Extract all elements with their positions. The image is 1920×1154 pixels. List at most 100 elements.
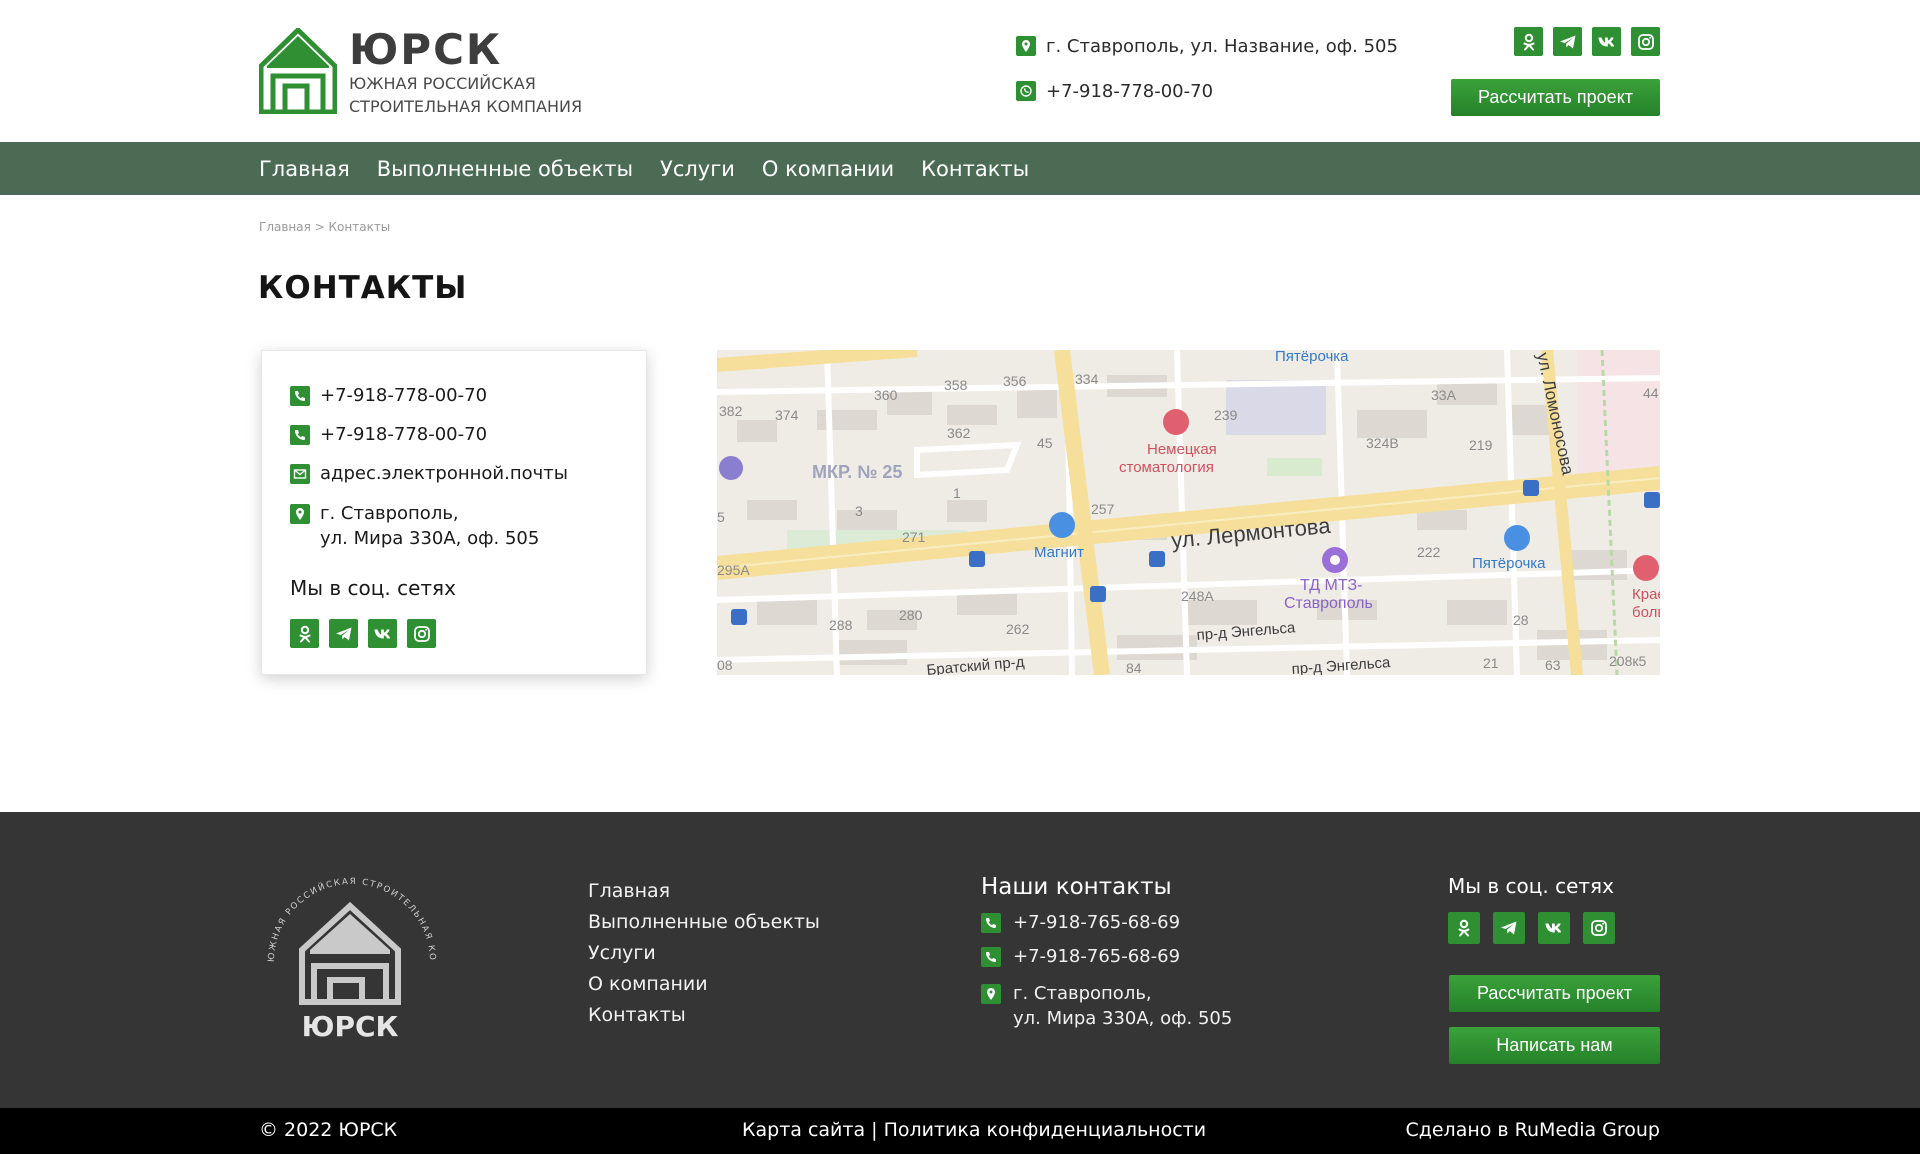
made-by-link[interactable]: Сделано в RuMedia Group — [1405, 1119, 1660, 1141]
footer-social: Мы в соц. сетях — [1448, 874, 1615, 944]
main-navigation: Главная Выполненные объекты Услуги О ком… — [0, 142, 1920, 195]
map-building-label: 219 — [1469, 437, 1493, 453]
card-phone-1-text[interactable]: +7-918-778-00-70 — [320, 383, 487, 408]
footer-phone-1-text[interactable]: +7-918-765-68-69 — [1013, 910, 1180, 935]
map-building-label: 334 — [1075, 371, 1099, 387]
map-poi-hospital[interactable]: Краев больн — [1632, 555, 1660, 621]
mail-icon — [290, 464, 310, 484]
footer-menu-projects[interactable]: Выполненные объекты — [588, 909, 820, 940]
vk-icon[interactable] — [368, 619, 397, 648]
map-building-label: 45 — [1037, 435, 1053, 451]
footer-contacts-title: Наши контакты — [981, 874, 1172, 900]
map-building-label: 358 — [944, 377, 968, 393]
nav-item-home[interactable]: Главная — [259, 157, 350, 181]
instagram-icon[interactable] — [1631, 27, 1660, 56]
map-building-label: 324В — [1366, 435, 1399, 451]
odnoklassniki-icon[interactable] — [1448, 912, 1480, 944]
map-building-label: 356 — [1003, 373, 1027, 389]
footer-phone-2-text[interactable]: +7-918-765-68-69 — [1013, 944, 1180, 969]
card-phone-1[interactable]: +7-918-778-00-70 — [290, 383, 487, 408]
footer-logo-name: ЮРСК — [302, 1010, 399, 1043]
header-social-links — [1514, 27, 1660, 56]
svg-text:Пятёрочка: Пятёрочка — [1275, 350, 1349, 365]
vk-icon[interactable] — [1538, 912, 1570, 944]
contact-card: +7-918-778-00-70 +7-918-778-00-70 адрес.… — [261, 350, 647, 675]
odnoklassniki-icon[interactable] — [1514, 27, 1543, 56]
svg-text:Пятёрочка: Пятёрочка — [1472, 555, 1546, 572]
telegram-icon[interactable] — [1553, 27, 1582, 56]
card-social-title: Мы в соц. сетях — [290, 576, 456, 600]
footer-social-title: Мы в соц. сетях — [1448, 874, 1614, 898]
map-building-label: 63 — [1545, 657, 1561, 673]
card-address: г. Ставрополь, ул. Мира 330А, оф. 505 — [290, 501, 539, 551]
map-building-label: 21 — [1483, 655, 1499, 671]
card-social-links — [290, 619, 436, 648]
instagram-icon[interactable] — [407, 619, 436, 648]
svg-text:Ставрополь: Ставрополь — [1284, 595, 1373, 612]
map-building-label: 28 — [1513, 612, 1529, 628]
map-building-label: 382 — [719, 403, 743, 419]
phone-icon — [290, 386, 310, 406]
footer-calculate-project-button[interactable]: Рассчитать проект — [1449, 975, 1660, 1012]
logo-name: ЮРСК — [349, 25, 503, 74]
header-phone-text[interactable]: +7-918-778-00-70 — [1046, 81, 1213, 102]
nav-item-contacts[interactable]: Контакты — [921, 157, 1029, 181]
footer-phone-1[interactable]: +7-918-765-68-69 — [981, 910, 1232, 935]
map-pin-icon — [1016, 36, 1036, 56]
map-pin-icon — [981, 984, 1001, 1004]
instagram-icon[interactable] — [1583, 912, 1615, 944]
telegram-icon[interactable] — [1493, 912, 1525, 944]
nav-item-about[interactable]: О компании — [762, 157, 894, 181]
map-building-label: 1 — [953, 485, 961, 501]
svg-text:Немецкая: Немецкая — [1147, 441, 1217, 458]
map-building-label: 222 — [1417, 544, 1441, 560]
svg-text:больн: больн — [1632, 604, 1660, 621]
map-building-label: 262 — [1006, 621, 1030, 637]
map-building-label: 288 — [829, 617, 853, 633]
site-logo[interactable]: ЮРСК ЮЖНАЯ РОССИЙСКАЯ СТРОИТЕЛЬНАЯ КОМПА… — [259, 28, 582, 118]
phone-icon — [981, 913, 1001, 933]
logo-subtitle-line-2: СТРОИТЕЛЬНАЯ КОМПАНИЯ — [349, 97, 583, 116]
phone-icon — [290, 425, 310, 445]
telegram-icon[interactable] — [329, 619, 358, 648]
map-building-label: 84 — [1126, 660, 1142, 675]
location-map[interactable]: 382 374 360 358 356 334 362 45 239 33А 4… — [717, 350, 1660, 675]
legal-links[interactable]: Карта сайта | Политика конфиденциальност… — [742, 1119, 1206, 1141]
footer-menu: Главная Выполненные объекты Услуги О ком… — [588, 878, 820, 1033]
nav-item-services[interactable]: Услуги — [660, 157, 735, 181]
footer-menu-services[interactable]: Услуги — [588, 940, 820, 971]
card-phone-2-text[interactable]: +7-918-778-00-70 — [320, 422, 487, 447]
map-building-label: 3 — [855, 503, 863, 519]
card-email[interactable]: адрес.электронной.почты — [290, 461, 568, 486]
map-poi-pyaterochka-top[interactable]: Пятёрочка — [1275, 350, 1349, 365]
header-contacts: г. Ставрополь, ул. Название, оф. 505 +7-… — [1016, 32, 1398, 122]
header-address: г. Ставрополь, ул. Название, оф. 505 — [1016, 32, 1398, 60]
footer-address-line-1: г. Ставрополь, — [1013, 983, 1152, 1004]
footer-menu-contacts[interactable]: Контакты — [588, 1002, 820, 1033]
vk-icon[interactable] — [1592, 27, 1621, 56]
footer-logo[interactable]: ЮЖНАЯ РОССИЙСКАЯ СТРОИТЕЛЬНАЯ КОМПАНИЯ Ю… — [262, 872, 442, 1052]
card-phone-2[interactable]: +7-918-778-00-70 — [290, 422, 487, 447]
whatsapp-icon — [1016, 81, 1036, 101]
footer-write-us-button[interactable]: Написать нам — [1449, 1027, 1660, 1064]
map-pin-icon — [290, 504, 310, 524]
svg-text:Магнит: Магнит — [1034, 544, 1084, 561]
nav-item-projects[interactable]: Выполненные объекты — [377, 157, 633, 181]
card-email-text[interactable]: адрес.электронной.почты — [320, 461, 568, 486]
footer-phone-2[interactable]: +7-918-765-68-69 — [981, 944, 1232, 969]
header-phone[interactable]: +7-918-778-00-70 — [1016, 77, 1398, 105]
footer-menu-home[interactable]: Главная — [588, 878, 820, 909]
svg-text:стоматология: стоматология — [1119, 459, 1214, 476]
footer-menu-about[interactable]: О компании — [588, 971, 820, 1002]
map-building-label: 5 — [717, 509, 725, 525]
svg-text:ТД МТЗ-: ТД МТЗ- — [1300, 577, 1362, 594]
house-logo-icon — [259, 28, 337, 114]
breadcrumb[interactable]: Главная > Контакты — [259, 220, 390, 234]
odnoklassniki-icon[interactable] — [290, 619, 319, 648]
map-building-label: 360 — [874, 387, 898, 403]
page-title: КОНТАКТЫ — [258, 270, 468, 306]
calculate-project-button[interactable]: Рассчитать проект — [1451, 79, 1660, 116]
site-footer: ЮЖНАЯ РОССИЙСКАЯ СТРОИТЕЛЬНАЯ КОМПАНИЯ Ю… — [0, 812, 1920, 1108]
card-address-line-2: ул. Мира 330А, оф. 505 — [320, 528, 540, 549]
map-building-label: 08 — [717, 657, 733, 673]
